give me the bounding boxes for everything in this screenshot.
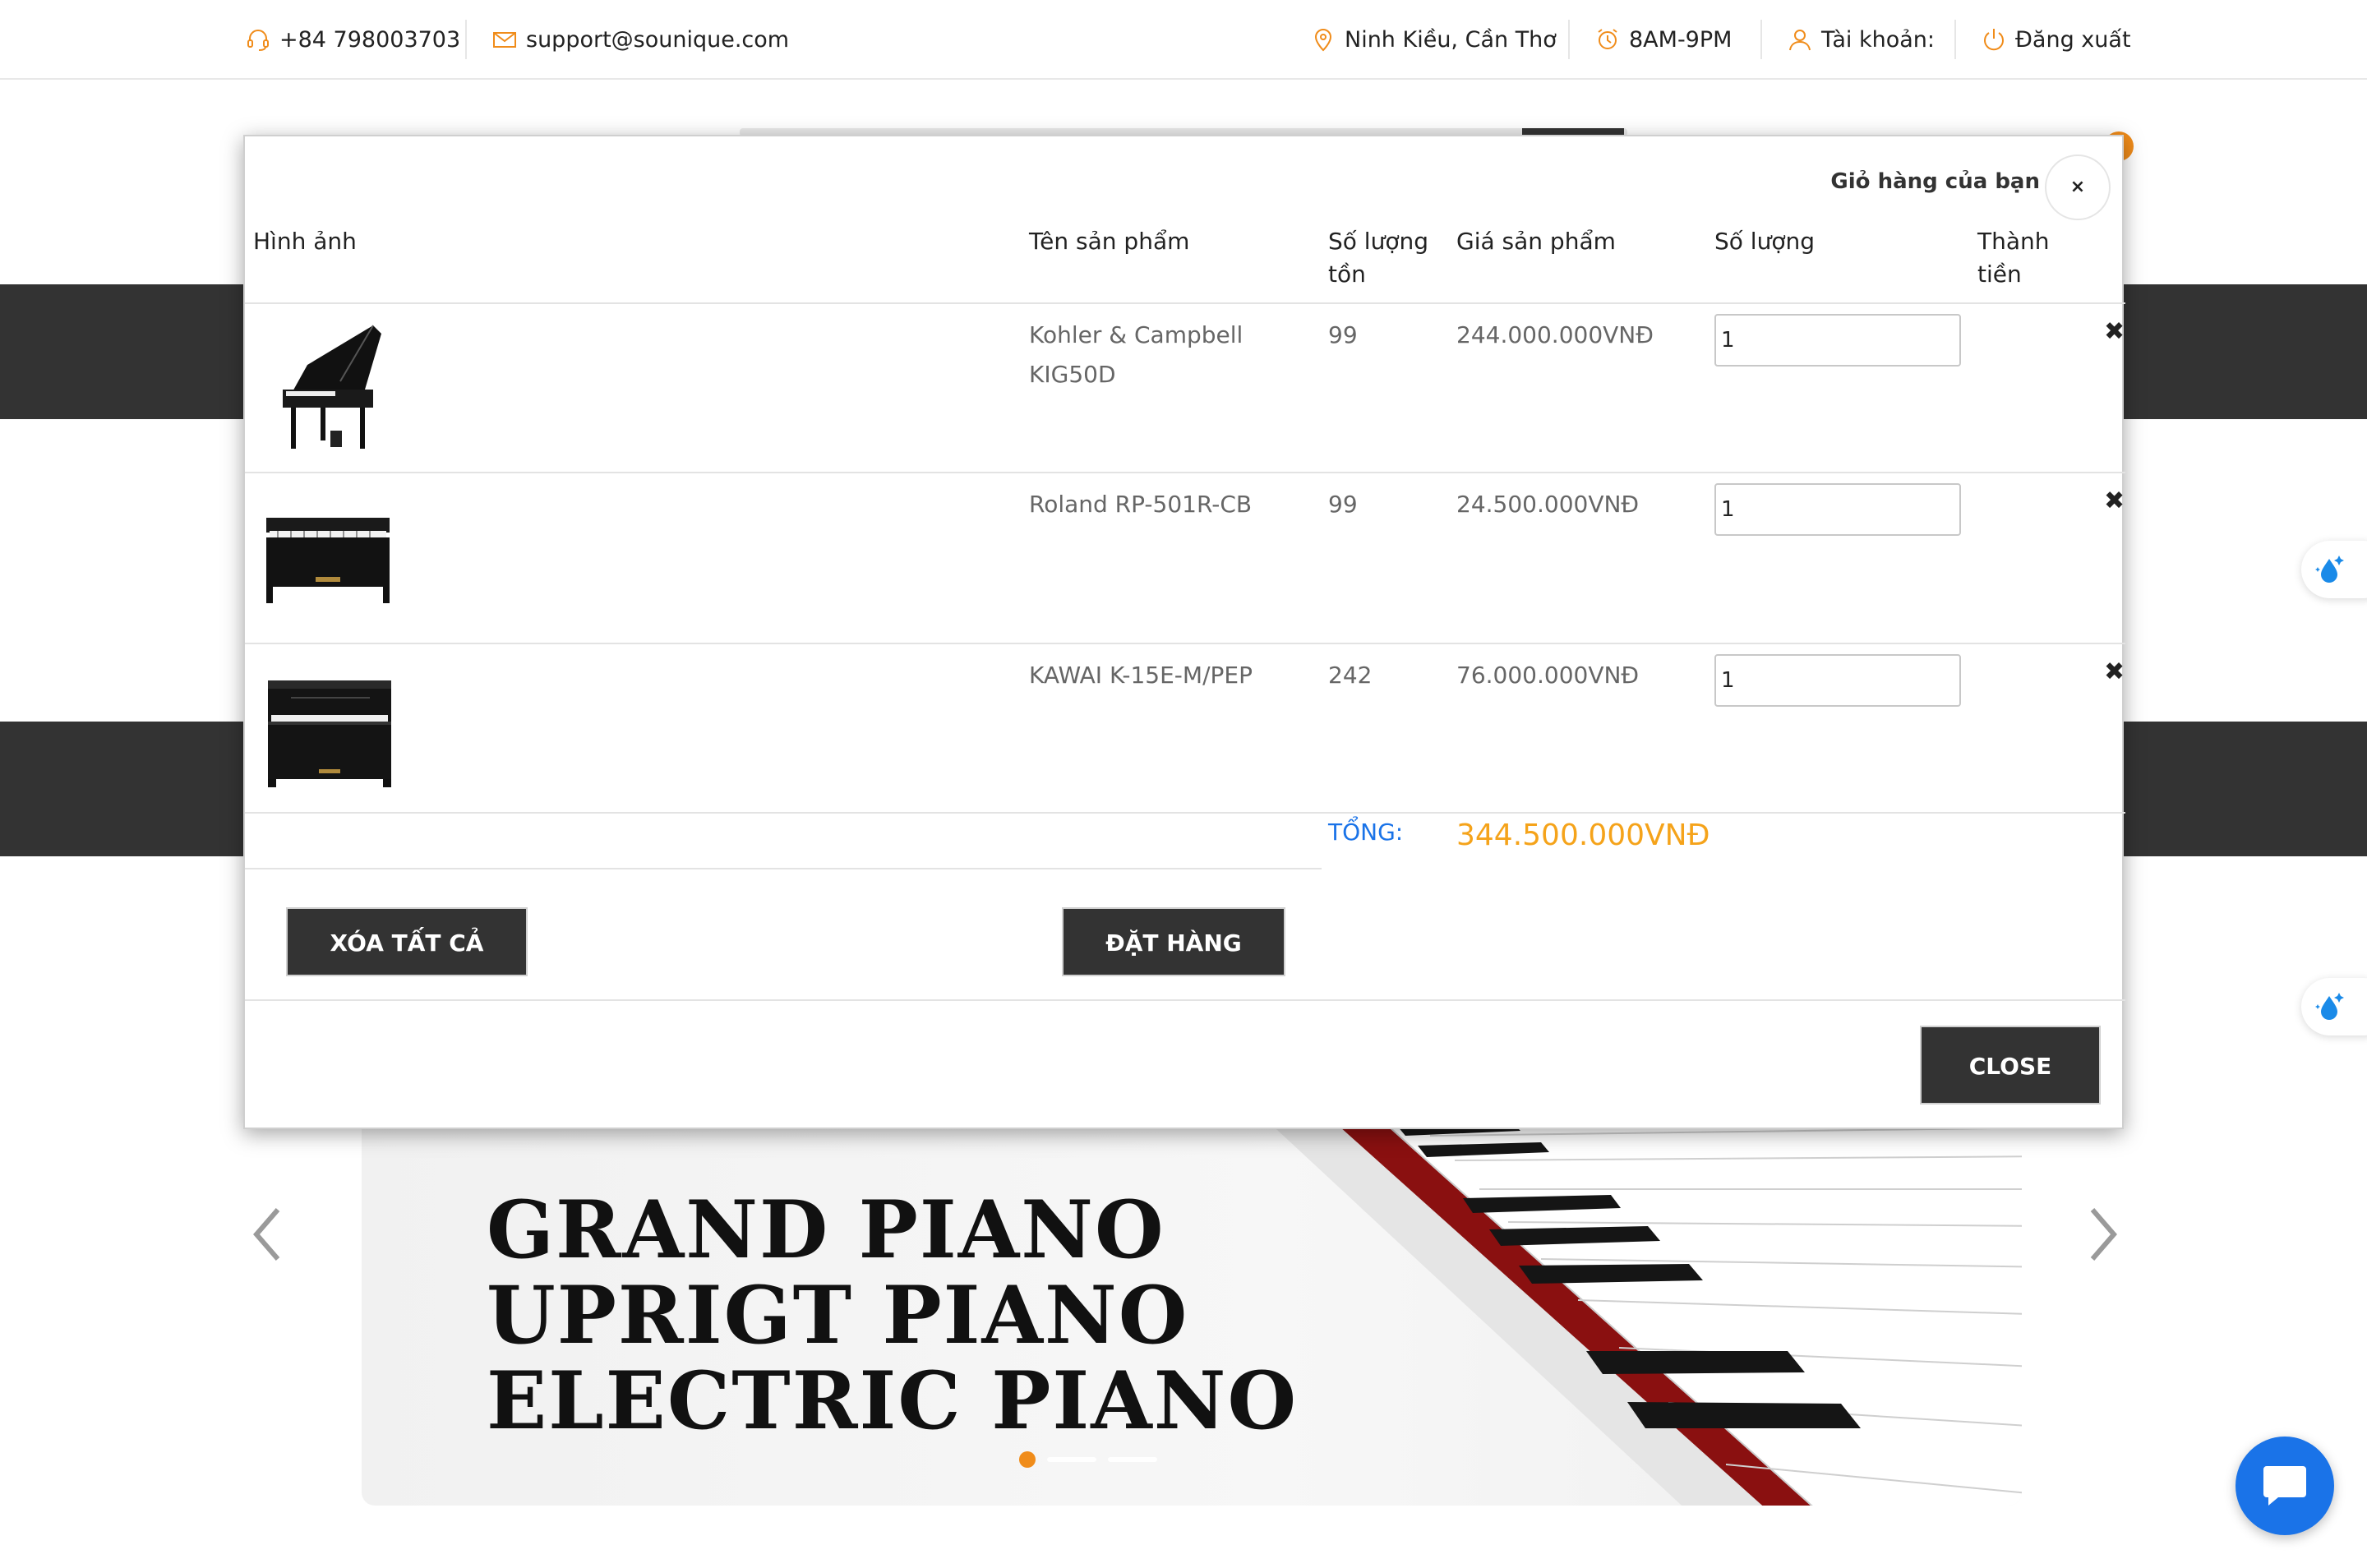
remove-item-icon[interactable]: ✖ xyxy=(2104,657,2125,686)
divider xyxy=(245,999,2125,1001)
price-value: 244.000.000VNĐ xyxy=(1456,321,1654,348)
price-value: 24.500.000VNĐ xyxy=(1456,491,1640,518)
power-icon xyxy=(1984,29,2004,51)
map-pin-icon xyxy=(1314,29,1332,52)
hero-line: UPRIGT PIANO xyxy=(487,1269,1189,1362)
user-icon xyxy=(1789,30,1811,51)
quantity-input[interactable] xyxy=(1714,314,1961,367)
stock-value: 242 xyxy=(1328,662,1373,689)
quantity-input[interactable] xyxy=(1714,483,1961,536)
chevron-right-icon[interactable] xyxy=(2078,1201,2127,1267)
cart-modal: Giỏ hàng của bạn × Hình ảnh Tên sản phẩm… xyxy=(243,135,2125,1129)
cart-row: Roland RP-501R-CB 99 24.500.000VNĐ ✖ xyxy=(245,473,2125,643)
product-name[interactable]: KAWAI K-15E-M/PEP xyxy=(1029,656,1253,695)
account-label: Tài khoản: xyxy=(1821,26,1935,53)
divider xyxy=(1568,20,1570,59)
product-name-line: KAWAI K-15E-M/PEP xyxy=(1029,662,1253,689)
account-link[interactable]: Tài khoản: xyxy=(1787,23,1935,56)
header-line: Số lượng xyxy=(1328,228,1428,255)
email-address: support@sounique.com xyxy=(526,26,790,53)
location-text: Ninh Kiều, Cần Thơ xyxy=(1345,26,1557,53)
close-button[interactable]: CLOSE xyxy=(1920,1026,2101,1105)
cart-row: KAWAI K-15E-M/PEP 242 76.000.000VNĐ ✖ xyxy=(245,644,2125,814)
total-label: TỔNG: xyxy=(1328,819,1404,846)
hero-line: ELECTRIC PIANO xyxy=(487,1354,1299,1447)
upright-piano-icon xyxy=(268,680,391,787)
phone-number: +84 798003703 xyxy=(279,26,461,53)
envelope-icon xyxy=(493,32,516,48)
hero-line: GRAND PIANO xyxy=(487,1183,1165,1276)
product-name-line: KIG50D xyxy=(1029,361,1116,388)
location: Ninh Kiều, Cần Thơ xyxy=(1310,23,1557,56)
divider xyxy=(245,868,1322,869)
grand-piano-icon xyxy=(283,325,381,449)
column-header-name: Tên sản phẩm xyxy=(1029,228,1190,255)
cart-row: Kohler & Campbell KIG50D 99 244.000.000V… xyxy=(245,304,2125,473)
headset-icon xyxy=(247,30,269,51)
logout-label: Đăng xuất xyxy=(2015,26,2131,53)
floating-widget[interactable] xyxy=(2301,978,2367,1035)
modal-title: Giỏ hàng của bạn xyxy=(1830,169,2040,194)
divider xyxy=(245,812,2125,814)
hours-text: 8AM-9PM xyxy=(1629,26,1733,53)
clear-all-button[interactable]: XÓA TẤT CẢ xyxy=(286,907,528,976)
divider xyxy=(1954,20,1956,59)
place-order-button[interactable]: ĐẶT HÀNG xyxy=(1062,907,1285,976)
email-contact[interactable]: support@sounique.com xyxy=(491,23,789,56)
top-bar: +84 798003703 support@sounique.com Ninh … xyxy=(0,0,2367,80)
slider-dots xyxy=(1019,1451,1157,1468)
logout-link[interactable]: Đăng xuất xyxy=(1981,23,2131,56)
product-name-line: Kohler & Campbell xyxy=(1029,321,1243,348)
modal-close-x-button[interactable]: × xyxy=(2045,154,2111,220)
remove-item-icon[interactable]: ✖ xyxy=(2104,487,2125,515)
phone-contact[interactable]: +84 798003703 xyxy=(245,23,460,56)
product-name[interactable]: Roland RP-501R-CB xyxy=(1029,485,1252,524)
chevron-left-icon[interactable] xyxy=(243,1201,293,1267)
stock-value: 99 xyxy=(1328,321,1358,348)
column-header-image: Hình ảnh xyxy=(253,228,357,255)
floating-widget[interactable] xyxy=(2301,541,2367,598)
hero-headline: GRAND PIANO UPRIGT PIANO ELECTRIC PIANO xyxy=(487,1188,1298,1444)
slider-dot[interactable] xyxy=(1047,1457,1096,1462)
digital-piano-icon xyxy=(266,518,390,603)
product-name-line: Roland RP-501R-CB xyxy=(1029,491,1253,518)
header-line: tồn xyxy=(1328,261,1366,288)
chat-bubble-icon xyxy=(2263,1466,2306,1506)
column-header-subtotal: Thành tiền xyxy=(1977,225,2050,291)
product-name[interactable]: Kohler & Campbell KIG50D xyxy=(1029,316,1243,394)
stock-value: 99 xyxy=(1328,491,1358,518)
water-drop-icon xyxy=(2315,556,2344,583)
opening-hours: 8AM-9PM xyxy=(1594,23,1732,56)
remove-item-icon[interactable]: ✖ xyxy=(2104,317,2125,346)
chat-button[interactable] xyxy=(2236,1437,2334,1535)
column-header-qty: Số lượng xyxy=(1714,228,1815,255)
column-header-stock: Số lượng tồn xyxy=(1328,225,1428,291)
divider xyxy=(465,20,467,59)
price-value: 76.000.000VNĐ xyxy=(1456,662,1640,689)
header-line: tiền xyxy=(1977,261,2022,288)
slider-dot[interactable] xyxy=(1108,1457,1157,1462)
slider-dot-active[interactable] xyxy=(1019,1451,1036,1468)
water-drop-icon xyxy=(2315,993,2344,1020)
column-header-price: Giá sản phẩm xyxy=(1456,228,1616,255)
piano-keys-image xyxy=(1274,1128,2022,1506)
quantity-input[interactable] xyxy=(1714,654,1961,707)
header-line: Thành xyxy=(1977,228,2050,255)
alarm-clock-icon xyxy=(1598,29,1617,49)
total-value: 344.500.000VNĐ xyxy=(1456,819,1710,852)
divider xyxy=(1760,20,1762,59)
